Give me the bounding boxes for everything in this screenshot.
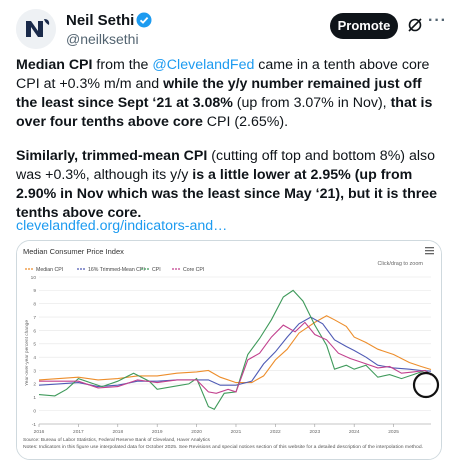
tweet-text-run: (up from 3.07% in Nov), xyxy=(232,95,391,111)
tweet-link[interactable]: clevelandfed.org/indicators-and… xyxy=(16,218,227,234)
y-tick-label: 4 xyxy=(33,355,36,361)
x-tick-label: 2024 xyxy=(349,429,360,435)
tweet-paragraph-2: Similarly, trimmed-mean CPI (cutting off… xyxy=(16,147,446,223)
y-tick-label: 1 xyxy=(33,395,36,401)
x-tick-label: 2016 xyxy=(34,429,45,435)
x-tick-label: 2022 xyxy=(270,429,281,435)
legend-item-label[interactable]: Median CPI xyxy=(36,267,63,273)
y-tick-label: 7 xyxy=(33,315,36,321)
interpolation-note: Notes: Indicators in this figure use int… xyxy=(23,444,423,450)
x-tick-label: 2018 xyxy=(112,429,123,435)
y-tick-label: 9 xyxy=(33,288,36,294)
legend-item-label[interactable]: 16% Trimmed-Mean CPI xyxy=(88,267,145,273)
x-tick-label: 2023 xyxy=(309,429,320,435)
tweet-text-run: from the xyxy=(92,57,153,73)
avatar-logo-icon xyxy=(16,9,56,49)
x-tick-label: 2021 xyxy=(231,429,242,435)
y-tick-label: 0 xyxy=(33,408,36,414)
zoom-hint: Click/drag to zoom xyxy=(377,261,423,267)
y-tick-label: 2 xyxy=(33,382,36,388)
y-tick-label: 6 xyxy=(33,328,36,334)
mention-link[interactable]: @ClevelandFed xyxy=(152,57,254,73)
author-handle[interactable]: @neilksethi xyxy=(66,31,139,47)
legend-item-label[interactable]: Core CPI xyxy=(183,267,204,273)
grok-icon[interactable] xyxy=(406,16,424,34)
chart-svg: Median Consumer Price Index Click/drag t… xyxy=(17,241,441,459)
y-axis-label: Year-over-year percent change xyxy=(24,320,30,386)
y-tick-label: 5 xyxy=(33,342,36,348)
x-tick-label: 2019 xyxy=(152,429,163,435)
promote-button[interactable]: Promote xyxy=(330,13,398,39)
chart-card[interactable]: Median Consumer Price Index Click/drag t… xyxy=(16,240,442,460)
tweet-text-run: Similarly, trimmed-mean CPI xyxy=(16,148,208,164)
avatar[interactable] xyxy=(16,9,56,49)
x-tick-label: 2020 xyxy=(191,429,202,435)
legend-item-label[interactable]: CPI xyxy=(152,267,161,273)
source-note: Source: Bureau of Labor Statistics, Fede… xyxy=(23,437,211,443)
y-tick-label: -1 xyxy=(32,422,37,428)
y-tick-label: 3 xyxy=(33,368,36,374)
more-options-icon[interactable]: ··· xyxy=(428,12,447,30)
tweet-text-run: CPI (2.65%). xyxy=(202,114,289,130)
tweet-text-run: Median CPI xyxy=(16,57,93,73)
y-tick-label: 8 xyxy=(33,302,36,308)
tweet-paragraph-1: Median CPI from the @ClevelandFed came i… xyxy=(16,56,446,132)
y-tick-label: 10 xyxy=(31,275,37,281)
chart-title: Median Consumer Price Index xyxy=(23,247,124,256)
author-name[interactable]: Neil Sethi xyxy=(66,12,134,29)
x-tick-label: 2017 xyxy=(73,429,84,435)
hamburger-menu-icon[interactable] xyxy=(425,247,434,255)
verified-badge-icon xyxy=(136,12,152,28)
x-tick-label: 2025 xyxy=(388,429,399,435)
